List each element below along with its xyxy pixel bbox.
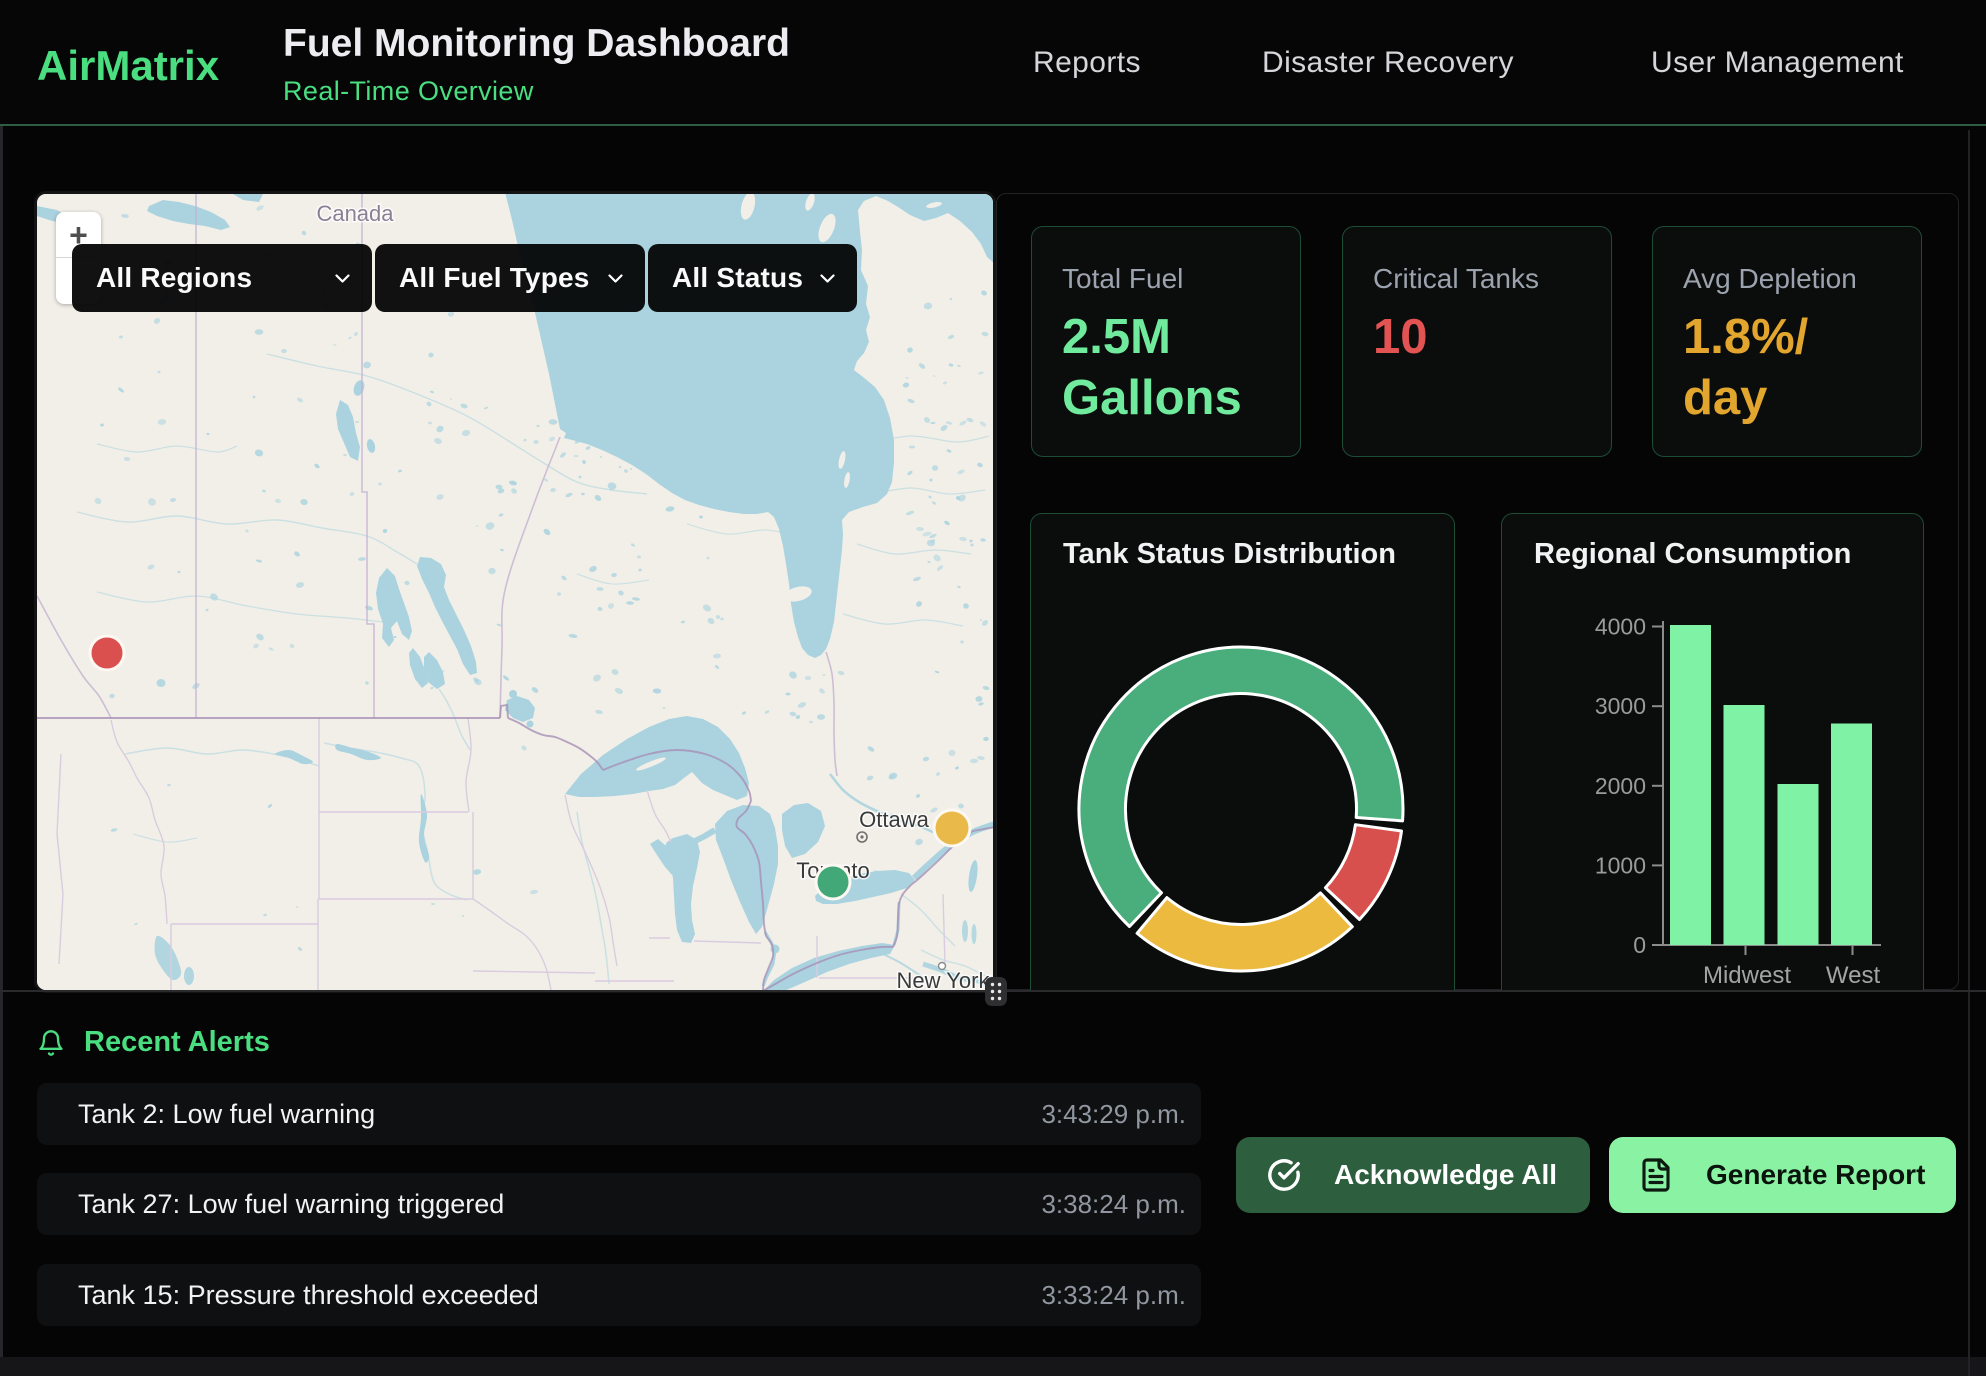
svg-text:3000: 3000 bbox=[1595, 693, 1646, 719]
svg-text:Midwest: Midwest bbox=[1703, 962, 1791, 989]
svg-text:Ottawa: Ottawa bbox=[859, 807, 929, 832]
svg-text:0: 0 bbox=[1633, 932, 1646, 958]
svg-text:2000: 2000 bbox=[1595, 773, 1646, 799]
svg-text:New York: New York bbox=[897, 968, 991, 990]
svg-text:4000: 4000 bbox=[1595, 614, 1646, 640]
svg-text:West: West bbox=[1826, 962, 1881, 989]
svg-text:Canada: Canada bbox=[316, 201, 394, 226]
svg-text:1000: 1000 bbox=[1595, 852, 1646, 878]
